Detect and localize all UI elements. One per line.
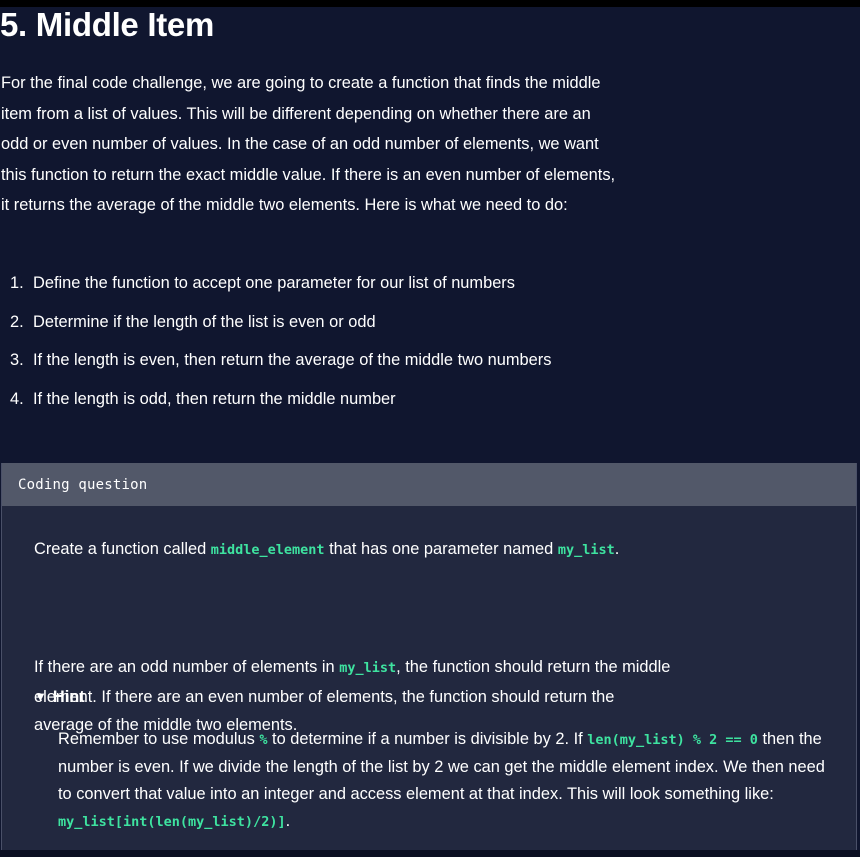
step-number: 2. [10, 312, 24, 331]
question-text: If there are an odd number of elements i… [34, 658, 340, 676]
question-text: that has one parameter named [324, 540, 558, 558]
step-number: 3. [10, 351, 24, 369]
step-text: Define the function to accept one parame… [33, 274, 515, 292]
lesson-content: 5. Middle Item [0, 7, 860, 43]
list-item: 4. If the length is odd, then return the … [10, 384, 551, 423]
coding-question-header: Coding question [2, 463, 856, 506]
steps-list: 1. Define the function to accept one para… [10, 268, 551, 422]
bottom-edge-bar [0, 850, 860, 857]
list-item: 3. If the length is even, then return the… [10, 345, 551, 384]
question-body: Create a function called middle_element … [34, 535, 824, 734]
lesson-intro: For the final code challenge, we are goi… [1, 74, 616, 214]
hint-label: Hint [52, 688, 85, 706]
triangle-down-icon: ▼ [34, 689, 47, 704]
list-item: 1. Define the function to accept one para… [10, 268, 551, 307]
step-text: Determine if the length of the list is e… [33, 312, 376, 331]
even-check-code: len(my_list) % 2 == 0 [587, 732, 758, 748]
coding-question-panel: Coding question Create a function called… [1, 463, 857, 850]
hint-toggle[interactable]: ▼ Hint [34, 683, 85, 712]
list-item: 2. Determine if the length of the list is… [10, 307, 551, 346]
question-text: Create a function called [34, 540, 211, 558]
parameter-name-code: my_list [557, 542, 615, 558]
middle-index-code: my_list[int(len(my_list)/2)] [58, 814, 286, 830]
hint-text: Remember to use modulus [58, 730, 260, 748]
step-text: If the length is even, then return the a… [33, 351, 552, 369]
question-text: . [614, 540, 620, 558]
lesson-title: 5. Middle Item [0, 6, 215, 43]
parameter-name-code: my_list [339, 660, 397, 676]
hint-text: to determine if a number is divisible by… [267, 730, 588, 748]
question-instruction: Create a function called middle_element … [34, 535, 824, 564]
function-name-code: middle_element [210, 542, 325, 558]
step-text: If the length is odd, then return the mi… [33, 389, 396, 408]
hint-text: . [285, 812, 291, 830]
step-number: 4. [10, 389, 24, 408]
step-number: 1. [10, 274, 24, 292]
hint-content: Remember to use modulus % to determine i… [58, 726, 838, 836]
